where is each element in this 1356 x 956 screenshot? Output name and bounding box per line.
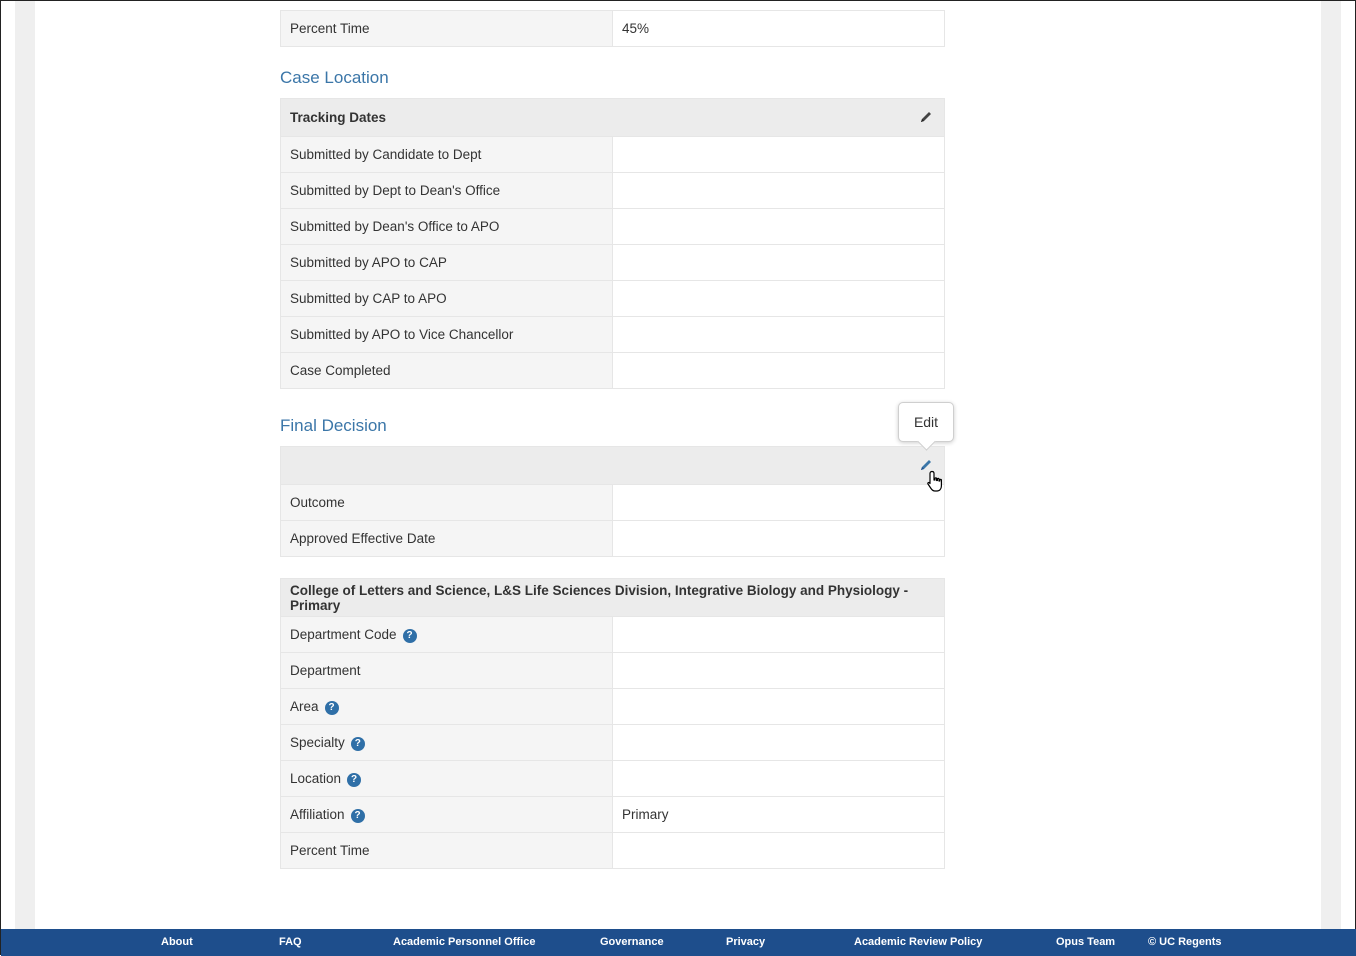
row-label-cell: Percent Time (280, 832, 613, 869)
row-label: Submitted by Dean's Office to APO (290, 219, 500, 234)
row-label-cell: Approved Effective Date (280, 520, 613, 557)
row-value (612, 616, 945, 653)
footer-link-apo[interactable]: Academic Personnel Office (393, 936, 535, 948)
final-decision-title: Final Decision (280, 416, 387, 435)
pencil-icon[interactable] (919, 110, 933, 124)
row-label-cell: Department Code? (280, 616, 613, 653)
table-row: Submitted by Candidate to Dept (280, 136, 945, 173)
table-header (280, 446, 945, 485)
table-row: Percent Time 45% (280, 10, 945, 47)
row-value (612, 724, 945, 761)
table-row: Case Completed (280, 352, 945, 389)
footer-link-about[interactable]: About (161, 936, 193, 948)
row-label: Percent Time (280, 10, 613, 47)
appointment-table: College of Letters and Science, L&S Life… (280, 578, 945, 869)
row-label-cell: Case Completed (280, 352, 613, 389)
row-value (612, 172, 945, 209)
tracking-dates-header: Tracking Dates (280, 98, 945, 137)
question-circle-icon[interactable]: ? (324, 700, 339, 715)
row-label: Submitted by Dept to Dean's Office (290, 183, 501, 198)
row-label: Affiliation (290, 806, 345, 822)
row-value (612, 652, 945, 689)
row-label: Submitted by CAP to APO (290, 291, 447, 306)
row-value: 45% (612, 10, 945, 47)
row-label-cell: Specialty? (280, 724, 613, 761)
footer-link-opus-team[interactable]: Opus Team (1056, 936, 1115, 948)
row-label: Percent Time (290, 843, 370, 858)
table-row: Approved Effective Date (280, 520, 945, 557)
appointment-header: College of Letters and Science, L&S Life… (280, 578, 945, 617)
table-row: Department Code? (280, 616, 945, 653)
row-label-cell: Submitted by CAP to APO (280, 280, 613, 317)
question-circle-icon[interactable]: ? (350, 808, 365, 823)
row-label-cell: Submitted by APO to CAP (280, 244, 613, 281)
table-row: Outcome (280, 484, 945, 521)
header-label: Tracking Dates (290, 110, 387, 125)
row-label: Department Code (290, 626, 397, 642)
row-label: Specialty (290, 734, 345, 750)
footer-link-regents[interactable]: © UC Regents (1148, 936, 1222, 948)
footer-bar: About FAQ Academic Personnel Office Gove… (1, 929, 1356, 956)
row-label-cell: Outcome (280, 484, 613, 521)
row-value (612, 280, 945, 317)
row-value (612, 484, 945, 521)
row-value (612, 316, 945, 353)
row-value (612, 208, 945, 245)
table-row: Submitted by CAP to APO (280, 280, 945, 317)
table-row: Affiliation? Primary (280, 796, 945, 833)
row-label: Case Completed (290, 363, 391, 378)
row-label-cell: Area? (280, 688, 613, 725)
top-partial-table: Percent Time 45% (280, 10, 945, 47)
row-value (612, 760, 945, 797)
row-value (612, 832, 945, 869)
row-label-cell: Location? (280, 760, 613, 797)
final-decision-table: Outcome Approved Effective Date (280, 446, 945, 557)
row-label-cell: Affiliation? (280, 796, 613, 833)
edit-tooltip: Edit (898, 402, 954, 442)
row-label: Location (290, 770, 342, 786)
row-label: Outcome (290, 495, 345, 510)
question-circle-icon[interactable]: ? (402, 628, 417, 643)
row-value: Primary (612, 796, 945, 833)
row-value (612, 688, 945, 725)
table-row: Location? (280, 760, 945, 797)
final-decision-header (280, 446, 945, 485)
case-location-title: Case Location (280, 68, 389, 87)
row-value (612, 136, 945, 173)
table-header: College of Letters and Science, L&S Life… (280, 578, 945, 617)
hand-pointer-icon (927, 470, 942, 492)
question-circle-icon[interactable]: ? (347, 772, 362, 787)
row-label-cell: Submitted by Dean's Office to APO (280, 208, 613, 245)
row-label: Approved Effective Date (290, 531, 436, 546)
question-circle-icon[interactable]: ? (350, 736, 365, 751)
row-label-cell: Submitted by APO to Vice Chancellor (280, 316, 613, 353)
tracking-dates-table: Tracking Dates Submitted by Candidate to… (280, 98, 945, 389)
left-gutter (1, 1, 35, 929)
row-value (612, 352, 945, 389)
table-row: Department (280, 652, 945, 689)
right-gutter (1321, 1, 1341, 929)
table-row: Specialty? (280, 724, 945, 761)
row-value (612, 520, 945, 557)
table-row: Submitted by Dept to Dean's Office (280, 172, 945, 209)
table-header: Tracking Dates (280, 98, 945, 137)
footer-link-governance[interactable]: Governance (600, 936, 664, 948)
row-label: Submitted by Candidate to Dept (290, 147, 482, 162)
table-row: Area? (280, 688, 945, 725)
table-row: Percent Time (280, 832, 945, 869)
row-label-cell: Submitted by Candidate to Dept (280, 136, 613, 173)
row-label-cell: Submitted by Dept to Dean's Office (280, 172, 613, 209)
row-label: Department (290, 663, 361, 678)
table-row: Submitted by APO to Vice Chancellor (280, 316, 945, 353)
table-row: Submitted by APO to CAP (280, 244, 945, 281)
row-label: Submitted by APO to Vice Chancellor (290, 327, 514, 342)
row-value (612, 244, 945, 281)
row-label: Area (290, 698, 319, 714)
footer-link-faq[interactable]: FAQ (279, 936, 302, 948)
row-label: Submitted by APO to CAP (290, 255, 447, 270)
footer-link-review-policy[interactable]: Academic Review Policy (854, 936, 982, 948)
row-label-cell: Department (280, 652, 613, 689)
footer-link-privacy[interactable]: Privacy (726, 936, 765, 948)
table-row: Submitted by Dean's Office to APO (280, 208, 945, 245)
